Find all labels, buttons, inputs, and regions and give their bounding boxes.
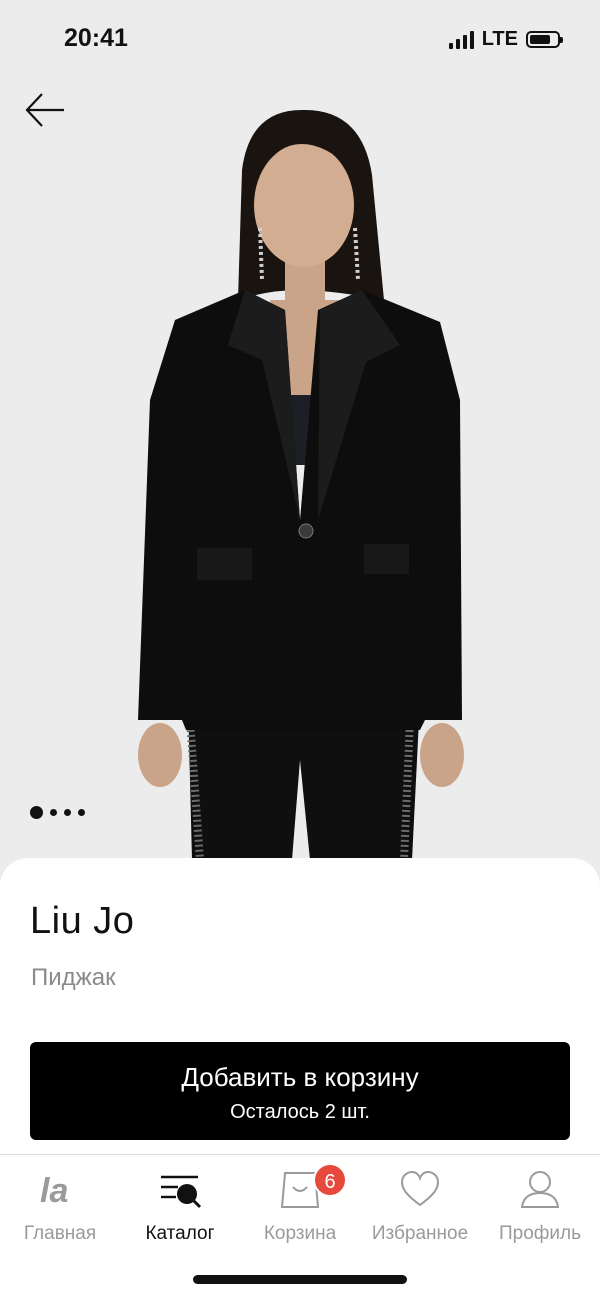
cart-count-badge: 6 [313,1163,347,1197]
pager-dot[interactable] [64,809,71,816]
heart-icon [400,1170,440,1207]
status-indicators: LTE [448,28,563,51]
product-image[interactable] [0,0,600,900]
network-label: LTE [481,28,518,50]
tab-home[interactable]: la Главная [0,1155,120,1251]
pager-dot-active[interactable] [30,806,43,819]
tab-catalog[interactable]: Каталог [120,1155,240,1251]
catalog-search-icon [161,1175,202,1209]
la-logo-icon: la [40,1172,68,1209]
home-indicator[interactable] [193,1275,407,1284]
tab-profile[interactable]: Профиль [480,1155,600,1251]
tab-label: Корзина [263,1223,337,1244]
stock-note: Осталось 2 шт. [230,1101,370,1123]
tab-cart[interactable]: 6 Корзина [240,1155,360,1251]
signal-icon [448,30,474,49]
battery-icon [526,31,563,48]
add-to-cart-button[interactable]: Добавить в корзину Осталось 2 шт. [30,1042,570,1140]
tab-favorites[interactable]: Избранное [360,1155,480,1251]
svg-text:la: la [40,1172,68,1209]
tab-label: Главная [23,1223,97,1244]
back-button[interactable] [24,88,68,132]
bottom-tab-bar: la Главная Каталог 6 Корзина Избранное П… [0,1154,600,1299]
tab-label: Избранное [371,1223,469,1244]
status-time: 20:41 [64,24,128,52]
product-brand[interactable]: Liu Jo [30,900,134,943]
image-pager[interactable] [30,806,85,819]
model-illustration [0,0,600,900]
add-to-cart-label: Добавить в корзину [181,1062,419,1092]
status-bar: 20:41 LTE [0,0,600,80]
pager-dot[interactable] [50,809,57,816]
tab-label: Профиль [498,1223,582,1244]
profile-icon [520,1171,560,1208]
product-type: Пиджак [31,964,116,991]
pager-dot[interactable] [78,809,85,816]
tab-label: Каталог [145,1223,215,1244]
arrow-left-icon [25,93,64,127]
